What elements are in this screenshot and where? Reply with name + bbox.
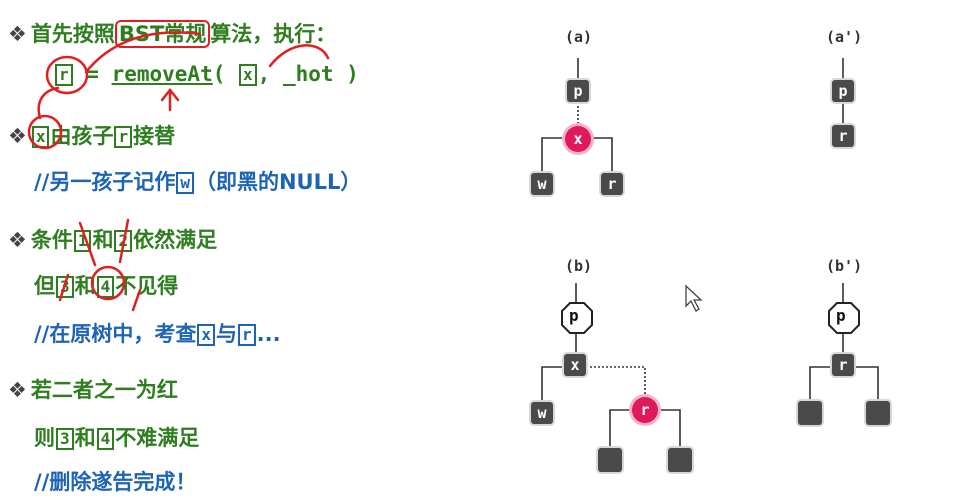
node-w: w bbox=[531, 402, 553, 424]
tree-edges bbox=[541, 58, 879, 448]
node-subtree bbox=[866, 401, 890, 425]
node-r: r bbox=[832, 354, 854, 376]
mouse-cursor-icon bbox=[685, 284, 703, 312]
label-a-prime: (a') bbox=[826, 28, 863, 46]
node-x-red: x bbox=[565, 126, 591, 152]
node-r-red: r bbox=[632, 397, 658, 423]
label-b: (b) bbox=[565, 257, 593, 275]
label-a: (a) bbox=[565, 28, 593, 46]
node-x: x bbox=[564, 354, 586, 376]
node-subtree bbox=[598, 448, 622, 472]
node-subtree bbox=[798, 401, 822, 425]
node-r: r bbox=[601, 173, 623, 195]
node-r: r bbox=[832, 125, 854, 147]
node-p-label: p bbox=[569, 306, 579, 325]
node-w: w bbox=[531, 173, 553, 195]
node-p: p bbox=[567, 80, 589, 102]
label-b-prime: (b') bbox=[826, 257, 863, 275]
node-p-label: p bbox=[836, 306, 846, 325]
node-subtree bbox=[668, 448, 692, 472]
node-p: p bbox=[832, 80, 854, 102]
